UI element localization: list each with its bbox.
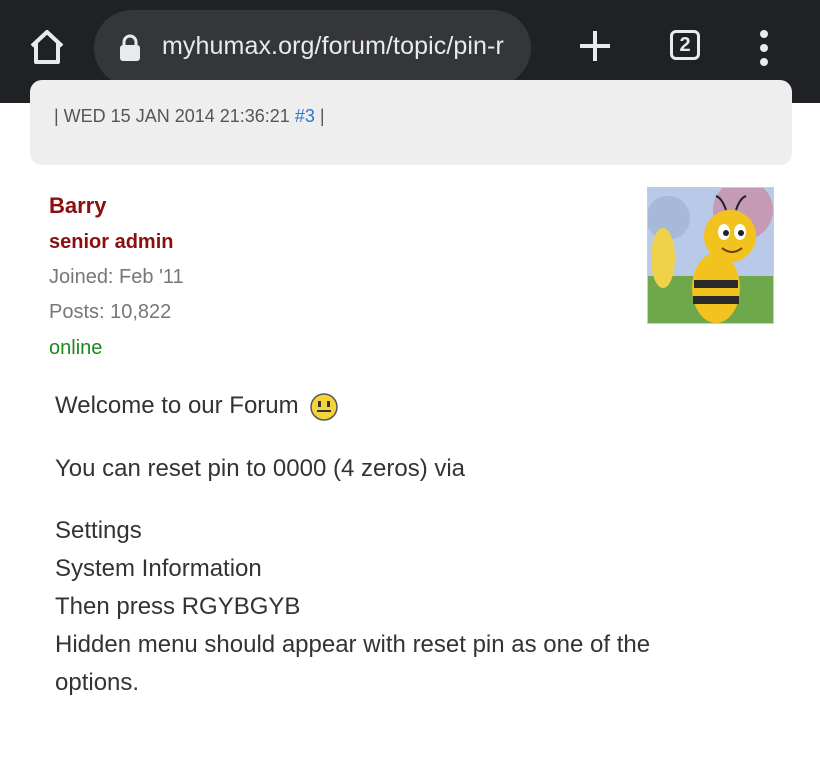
post-meta-bar: | WED 15 JAN 2014 21:36:21 #3 | bbox=[30, 80, 792, 165]
url-text: myhumax.org/forum/topic/pin-r bbox=[162, 32, 504, 60]
post-instruction: You can reset pin to 0000 (4 zeros) via bbox=[55, 455, 466, 482]
author-status: online bbox=[49, 337, 103, 359]
plus-icon[interactable] bbox=[576, 27, 614, 65]
home-icon[interactable] bbox=[24, 24, 70, 70]
address-bar[interactable]: myhumax.org/forum/topic/pin-r bbox=[94, 10, 531, 86]
author-role: senior admin bbox=[49, 231, 174, 253]
step-press-keys: Then press RGYBGYB bbox=[55, 593, 301, 620]
author-joined: Joined: Feb '11 bbox=[49, 266, 184, 288]
post-date: | WED 15 JAN 2014 21:36:21 bbox=[54, 106, 290, 126]
post-body-line: You can reset pin to 0000 (4 zeros) via bbox=[55, 450, 465, 488]
tab-switcher-button[interactable]: 2 bbox=[670, 30, 700, 60]
lock-icon bbox=[120, 34, 140, 61]
step-system-information: System Information bbox=[55, 555, 262, 582]
post-number-link[interactable]: #3 bbox=[295, 106, 315, 126]
post-meta: | WED 15 JAN 2014 21:36:21 #3 | bbox=[54, 106, 325, 127]
post-greeting: Welcome to our Forum bbox=[55, 392, 299, 419]
post-body-line: Welcome to our Forum bbox=[55, 387, 339, 425]
more-vert-icon[interactable] bbox=[754, 28, 774, 68]
step-hidden-menu: Hidden menu should appear with reset pin… bbox=[55, 631, 651, 696]
post-steps: Settings System Information Then press R… bbox=[55, 512, 755, 702]
avatar[interactable] bbox=[647, 187, 774, 324]
smiley-icon bbox=[310, 392, 339, 421]
meta-separator: | bbox=[319, 106, 325, 126]
author-posts: Posts: 10,822 bbox=[49, 301, 172, 323]
author-name[interactable]: Barry bbox=[49, 193, 106, 219]
step-settings: Settings bbox=[55, 517, 142, 544]
